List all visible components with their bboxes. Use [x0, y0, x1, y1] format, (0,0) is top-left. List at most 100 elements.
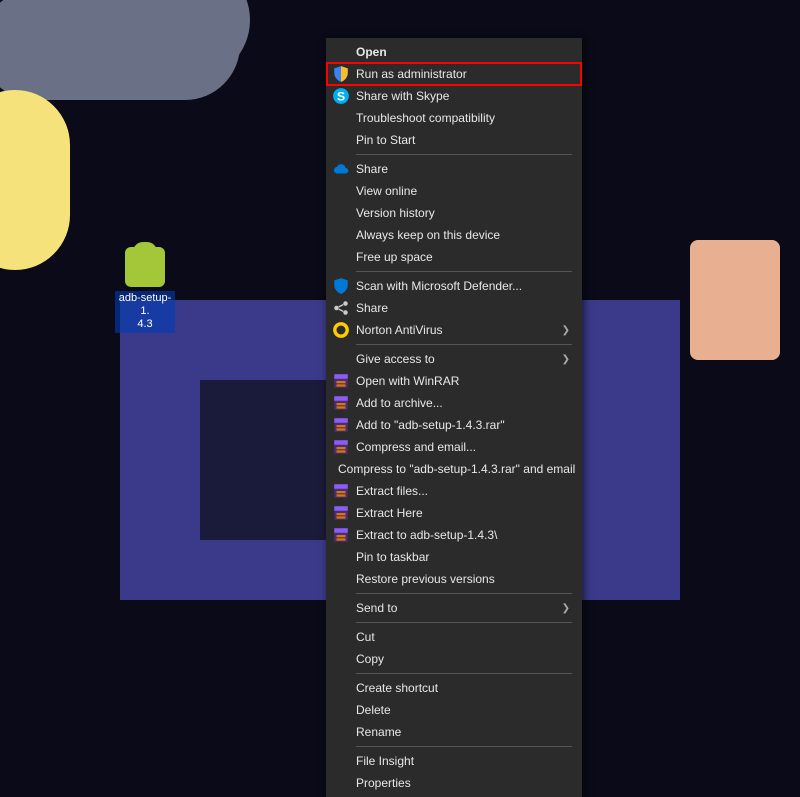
menu-item-label: Troubleshoot compatibility: [356, 111, 570, 125]
menu-item-send-to[interactable]: Send to❯: [326, 597, 582, 619]
menu-item-cut[interactable]: Cut: [326, 626, 582, 648]
menu-separator: [356, 271, 572, 272]
winrar-icon: [332, 483, 350, 499]
cloud-icon: [332, 161, 350, 177]
menu-item-label: Version history: [356, 206, 570, 220]
share-icon: [332, 300, 350, 316]
shield-icon: [332, 66, 350, 82]
menu-item-label: Rename: [356, 725, 570, 739]
menu-item-pin-to-taskbar[interactable]: Pin to taskbar: [326, 546, 582, 568]
menu-item-label: Extract to adb-setup-1.4.3\: [356, 528, 570, 542]
menu-item-label: Free up space: [356, 250, 570, 264]
menu-item-label: Create shortcut: [356, 681, 570, 695]
winrar-icon: [332, 439, 350, 455]
menu-separator: [356, 746, 572, 747]
menu-item-delete[interactable]: Delete: [326, 699, 582, 721]
menu-item-rename[interactable]: Rename: [326, 721, 582, 743]
menu-item-label: Share: [356, 301, 570, 315]
menu-item-label: Give access to: [356, 352, 562, 366]
winrar-icon: [332, 395, 350, 411]
blank-icon: [332, 753, 350, 769]
blank-icon: [332, 702, 350, 718]
menu-item-troubleshoot-compatibility[interactable]: Troubleshoot compatibility: [326, 107, 582, 129]
desktop-icon-adb-setup[interactable]: adb-setup-1.4.3: [115, 247, 175, 333]
menu-item-onedrive-share[interactable]: Share: [326, 158, 582, 180]
blank-icon: [332, 110, 350, 126]
menu-item-run-as-administrator[interactable]: Run as administrator: [326, 63, 582, 85]
menu-item-label: View online: [356, 184, 570, 198]
blank-icon: [332, 351, 350, 367]
submenu-arrow-icon: ❯: [562, 354, 570, 365]
blank-icon: [332, 227, 350, 243]
menu-item-compress-email[interactable]: Compress and email...: [326, 436, 582, 458]
menu-item-copy[interactable]: Copy: [326, 648, 582, 670]
menu-item-scan-defender[interactable]: Scan with Microsoft Defender...: [326, 275, 582, 297]
menu-item-label: Cut: [356, 630, 570, 644]
skype-icon: S: [332, 88, 350, 104]
menu-item-extract-here[interactable]: Extract Here: [326, 502, 582, 524]
blank-icon: [332, 205, 350, 221]
menu-item-add-to-named-rar[interactable]: Add to "adb-setup-1.4.3.rar": [326, 414, 582, 436]
android-icon: [125, 247, 165, 287]
menu-item-free-up-space[interactable]: Free up space: [326, 246, 582, 268]
menu-item-always-keep[interactable]: Always keep on this device: [326, 224, 582, 246]
menu-separator: [356, 344, 572, 345]
menu-item-extract-files[interactable]: Extract files...: [326, 480, 582, 502]
menu-item-extract-to-folder[interactable]: Extract to adb-setup-1.4.3\: [326, 524, 582, 546]
blank-icon: [332, 571, 350, 587]
svg-text:S: S: [337, 90, 345, 104]
menu-item-properties[interactable]: Properties: [326, 772, 582, 794]
menu-separator: [356, 673, 572, 674]
winrar-icon: [332, 527, 350, 543]
desktop-icon-label: adb-setup-1.4.3: [115, 291, 175, 333]
menu-item-label: Run as administrator: [356, 67, 570, 81]
menu-item-label: Copy: [356, 652, 570, 666]
menu-item-add-to-archive[interactable]: Add to archive...: [326, 392, 582, 414]
menu-item-compress-named-email[interactable]: Compress to "adb-setup-1.4.3.rar" and em…: [326, 458, 582, 480]
menu-item-share[interactable]: Share: [326, 297, 582, 319]
menu-item-label: Open: [356, 45, 570, 59]
blank-icon: [332, 724, 350, 740]
submenu-arrow-icon: ❯: [562, 603, 570, 614]
winrar-icon: [332, 373, 350, 389]
menu-item-label: Compress to "adb-setup-1.4.3.rar" and em…: [338, 462, 575, 476]
menu-item-file-insight[interactable]: File Insight: [326, 750, 582, 772]
blank-icon: [332, 44, 350, 60]
menu-item-label: Share: [356, 162, 570, 176]
menu-separator: [356, 593, 572, 594]
menu-item-restore-previous[interactable]: Restore previous versions: [326, 568, 582, 590]
menu-separator: [356, 154, 572, 155]
winrar-icon: [332, 505, 350, 521]
menu-item-give-access-to[interactable]: Give access to❯: [326, 348, 582, 370]
menu-item-label: Always keep on this device: [356, 228, 570, 242]
menu-item-share-with-skype[interactable]: S Share with Skype: [326, 85, 582, 107]
menu-item-label: Open with WinRAR: [356, 374, 570, 388]
blank-icon: [332, 249, 350, 265]
blank-icon: [332, 600, 350, 616]
menu-item-label: Share with Skype: [356, 89, 570, 103]
menu-item-version-history[interactable]: Version history: [326, 202, 582, 224]
menu-item-label: Extract files...: [356, 484, 570, 498]
menu-item-label: Scan with Microsoft Defender...: [356, 279, 570, 293]
menu-item-label: Add to "adb-setup-1.4.3.rar": [356, 418, 570, 432]
menu-item-norton-antivirus[interactable]: Norton AntiVirus❯: [326, 319, 582, 341]
menu-item-view-online[interactable]: View online: [326, 180, 582, 202]
menu-item-label: Delete: [356, 703, 570, 717]
menu-item-label: File Insight: [356, 754, 570, 768]
menu-item-label: Restore previous versions: [356, 572, 570, 586]
winrar-icon: [332, 417, 350, 433]
submenu-arrow-icon: ❯: [562, 325, 570, 336]
blank-icon: [332, 183, 350, 199]
menu-item-create-shortcut[interactable]: Create shortcut: [326, 677, 582, 699]
menu-item-label: Pin to taskbar: [356, 550, 570, 564]
menu-item-label: Compress and email...: [356, 440, 570, 454]
blank-icon: [332, 775, 350, 791]
menu-item-open[interactable]: Open: [326, 41, 582, 63]
context-menu: Open Run as administrator S Share with Skyp…: [326, 38, 582, 797]
blank-icon: [332, 132, 350, 148]
menu-item-label: Add to archive...: [356, 396, 570, 410]
menu-item-label: Send to: [356, 601, 562, 615]
menu-item-pin-to-start[interactable]: Pin to Start: [326, 129, 582, 151]
menu-separator: [356, 622, 572, 623]
menu-item-open-winrar[interactable]: Open with WinRAR: [326, 370, 582, 392]
